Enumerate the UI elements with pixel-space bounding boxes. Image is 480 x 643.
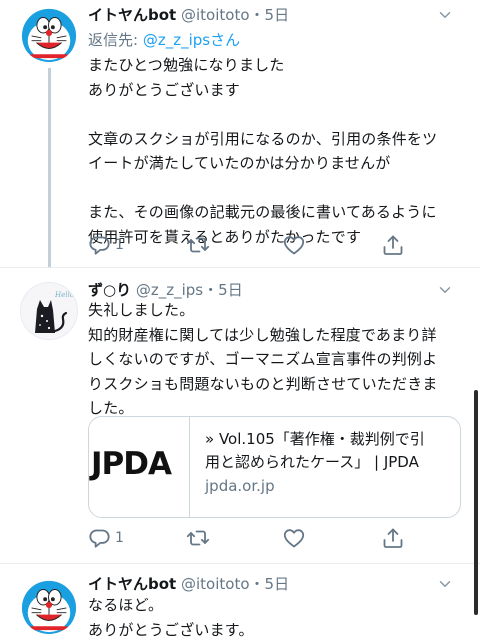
chevron-down-icon[interactable]: [436, 281, 454, 299]
tweet-3[interactable]: イトヤんbot @itoitoto・5日 なるほど。 ありがとうございます。: [0, 564, 480, 643]
reply-button[interactable]: 1: [88, 526, 124, 550]
timestamp[interactable]: 5日: [218, 281, 243, 299]
avatar-text: Hello Knight: [54, 291, 77, 299]
handle[interactable]: @z_z_ips: [136, 281, 203, 299]
tweet-header: イトヤんbot @itoitoto・5日: [88, 6, 290, 24]
reply-count: 1: [115, 237, 124, 253]
doraemon-avatar-icon: [20, 4, 78, 62]
like-icon: [282, 233, 306, 257]
link-card-thumbnail-text: JPDA: [91, 446, 172, 482]
tweet-1[interactable]: イトヤんbot @itoitoto・5日 返信先: @z_z_ipsさん またひ…: [0, 0, 480, 268]
cat-avatar-icon: Hello Knight: [21, 283, 77, 339]
tweet-text-line: 失礼しました。: [88, 301, 195, 319]
reply-icon: [88, 526, 112, 550]
share-icon: [381, 526, 405, 550]
tweet-header: ず○り @z_z_ips・5日: [88, 281, 243, 299]
tweet-actions: 1: [88, 526, 408, 550]
link-card-thumbnail: JPDA: [89, 417, 190, 517]
tweet-text-line: ありがとうございます。: [88, 620, 254, 639]
tweet-actions: 1: [88, 233, 408, 257]
tweet-text: なるほど。 ありがとうございます。: [88, 593, 466, 642]
reply-count: 1: [115, 530, 124, 546]
link-card-title: » Vol.105「著作権・裁判例で引 用と認められたケース」 | JPDA: [205, 428, 450, 474]
link-card-title-line: » Vol.105「著作権・裁判例で引: [205, 430, 425, 448]
tweet-text-line: りスクショも問題ないものと判断させていただきま: [88, 374, 438, 393]
retweet-button[interactable]: [186, 233, 210, 257]
reply-to-line: 返信先: @z_z_ipsさん: [88, 29, 240, 50]
tweet-text-line: なるほど。: [88, 596, 164, 614]
tweet-text-line: イートが満たしていたのかは分かりませんが: [88, 154, 391, 172]
like-icon: [282, 526, 306, 550]
tweet-text-line: 文章のスクショが引用になるのか、引用の条件をツ: [88, 129, 438, 148]
reply-icon: [88, 233, 112, 257]
avatar[interactable]: Hello Knight: [20, 282, 78, 340]
like-button[interactable]: [282, 233, 306, 257]
handle[interactable]: @itoitoto: [181, 6, 250, 24]
tweet-text-line: またひとつ勉強になりました: [88, 56, 285, 74]
reply-button[interactable]: 1: [88, 233, 124, 257]
share-button[interactable]: [381, 526, 405, 550]
tweet-text-line: また、その画像の記載元の最後に書いてあるように: [88, 203, 437, 221]
display-name[interactable]: イトヤんbot: [88, 575, 176, 593]
tweet-2[interactable]: Hello Knight ず○り @z_z_ips・5日 失礼しました。 知的財…: [0, 268, 480, 568]
share-icon: [381, 233, 405, 257]
like-button[interactable]: [282, 526, 306, 550]
reply-to-label: 返信先:: [88, 31, 143, 49]
tweet-text-line: [88, 102, 466, 127]
tweet-text: 失礼しました。 知的財産権に関しては少し勉強した程度であまり詳 しくないのですが…: [88, 298, 466, 421]
tweet-text-line: [88, 176, 466, 201]
handle[interactable]: @itoitoto: [181, 575, 250, 593]
avatar[interactable]: [20, 576, 78, 634]
link-card-domain: jpda.or.jp: [205, 477, 275, 495]
retweet-icon: [186, 526, 210, 550]
tweet-header: イトヤんbot @itoitoto・5日: [88, 575, 290, 593]
tweet-text-line: 知的財産権に関しては少し勉強した程度であまり詳: [88, 325, 437, 344]
display-name[interactable]: イトヤんbot: [88, 6, 176, 24]
scrollbar[interactable]: [474, 390, 478, 615]
display-name[interactable]: ず○り: [88, 281, 131, 299]
chevron-down-icon[interactable]: [436, 575, 454, 593]
chevron-down-icon[interactable]: [436, 6, 454, 24]
retweet-icon: [186, 233, 210, 257]
avatar[interactable]: [20, 4, 78, 62]
share-button[interactable]: [381, 233, 405, 257]
thread-line: [48, 68, 51, 268]
tweet-text: またひとつ勉強になりました ありがとうございます 文章のスクショが引用になるのか…: [88, 53, 466, 249]
timestamp[interactable]: 5日: [265, 6, 290, 24]
link-card[interactable]: JPDA » Vol.105「著作権・裁判例で引 用と認められたケース」 | J…: [88, 416, 461, 518]
tweet-text-line: ありがとうございます: [88, 80, 241, 99]
link-card-title-line: 用と認められたケース」 | JPDA: [205, 453, 419, 471]
reply-to-handle[interactable]: @z_z_ipsさん: [143, 31, 240, 49]
doraemon-avatar-icon: [20, 576, 78, 634]
tweet-text-line: しくないのですが、ゴーマニズム宣言事件の判例よ: [88, 350, 438, 368]
timestamp[interactable]: 5日: [265, 575, 290, 593]
retweet-button[interactable]: [186, 526, 210, 550]
